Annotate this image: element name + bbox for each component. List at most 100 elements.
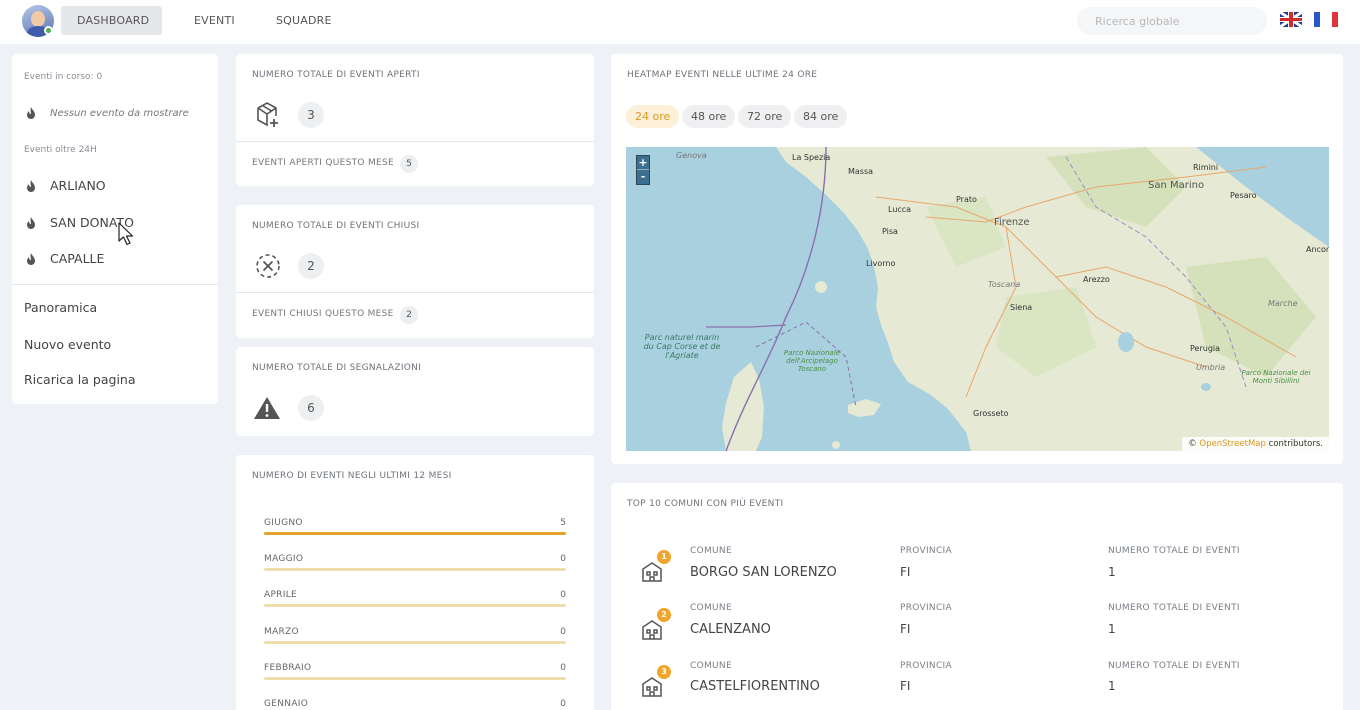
open-events-count: 3 xyxy=(298,102,324,128)
col-header-totale: NUMERO TOTALE DI EVENTI xyxy=(1108,603,1240,613)
heatmap-map[interactable]: + - Genova La Spezia Massa Lucca Prato F… xyxy=(626,147,1329,451)
box-add-icon xyxy=(257,102,278,127)
totale-value: 1 xyxy=(1108,679,1116,693)
card-divider xyxy=(236,292,594,293)
provincia-value: FI xyxy=(900,565,911,579)
monthly-events-card: NUMERO DI EVENTI NEGLI ULTIMI 12 MESI GI… xyxy=(236,455,594,710)
month-value: 5 xyxy=(560,518,566,528)
pill-48-ore[interactable]: 48 ore xyxy=(682,105,736,128)
comune-value: BORGO SAN LORENZO xyxy=(690,565,837,580)
month-value: 0 xyxy=(560,663,566,673)
month-bar xyxy=(264,677,566,680)
ongoing-events-label: Eventi in corso: 0 xyxy=(24,72,103,82)
nav-dashboard[interactable]: DASHBOARD xyxy=(61,6,162,35)
map-label: Grosseto xyxy=(973,409,1009,418)
col-header-provincia: PROVINCIA xyxy=(900,661,952,671)
top-bar: DASHBOARD EVENTI SQUADRE xyxy=(0,0,1360,44)
top10-card: TOP 10 COMUNI CON PIÙ EVENTI 1 COMUNE BO… xyxy=(611,483,1343,710)
osm-link[interactable]: OpenStreetMap xyxy=(1199,439,1265,449)
link-nuovo-evento[interactable]: Nuovo evento xyxy=(24,337,111,352)
global-search-input[interactable] xyxy=(1077,7,1267,35)
comune-value: CASTELFIORENTINO xyxy=(690,679,820,694)
fr-flag-icon[interactable] xyxy=(1314,12,1338,27)
totale-value: 1 xyxy=(1108,565,1116,579)
month-label: FEBBRAIO xyxy=(264,663,312,673)
top10-title: TOP 10 COMUNI CON PIÙ EVENTI xyxy=(627,499,784,509)
month-bar xyxy=(264,532,566,535)
rank-badge: 3 xyxy=(657,665,671,679)
month-label: MARZO xyxy=(264,627,299,637)
rank-badge: 1 xyxy=(657,550,671,564)
month-value: 0 xyxy=(560,699,566,709)
map-label: San Marino xyxy=(1148,180,1205,191)
closed-month-label: EVENTI CHIUSI QUESTO MESE xyxy=(252,309,394,319)
heatmap-title: HEATMAP EVENTI NELLE ULTIME 24 ORE xyxy=(627,70,818,80)
map-label: Pisa xyxy=(882,227,898,236)
col-header-provincia: PROVINCIA xyxy=(900,603,952,613)
zoom-control: + - xyxy=(636,155,650,185)
pill-72-ore[interactable]: 72 ore xyxy=(738,105,792,128)
uk-flag-icon[interactable] xyxy=(1280,12,1302,27)
nav-eventi[interactable]: EVENTI xyxy=(178,6,251,35)
month-bar xyxy=(264,568,566,571)
pill-84-ore[interactable]: 84 ore xyxy=(794,105,848,128)
event-item-label: ARLIANO xyxy=(50,178,106,193)
month-bar xyxy=(264,641,566,644)
rank-badge: 2 xyxy=(657,608,671,622)
col-header-comune: COMUNE xyxy=(690,603,732,613)
map-label: Firenze xyxy=(994,217,1030,228)
map-label: Parco Nazionale dei Monti Sibillini xyxy=(1241,369,1311,385)
month-label: GENNAIO xyxy=(264,699,309,709)
map-tiles xyxy=(706,147,1329,451)
closed-events-count: 2 xyxy=(298,253,324,279)
map-label: Rimini xyxy=(1193,163,1219,172)
map-label: Marche xyxy=(1268,299,1298,308)
reports-count: 6 xyxy=(298,395,324,421)
provincia-value: FI xyxy=(900,679,911,693)
map-label: La Spezia xyxy=(792,153,831,162)
open-month-count: 5 xyxy=(400,155,418,173)
comune-value: CALENZANO xyxy=(690,622,771,637)
mouse-cursor-icon xyxy=(118,222,134,246)
col-header-totale: NUMERO TOTALE DI EVENTI xyxy=(1108,661,1240,671)
map-label: Toscana xyxy=(988,280,1021,289)
col-header-provincia: PROVINCIA xyxy=(900,546,952,556)
map-label: Genova xyxy=(676,151,707,160)
provincia-value: FI xyxy=(900,622,911,636)
month-label: MAGGIO xyxy=(264,554,304,564)
map-label: Ancon xyxy=(1306,245,1329,254)
map-label: Massa xyxy=(848,167,874,176)
map-label: Parco Nazionale dell'Arcipelago Toscano xyxy=(783,349,841,373)
over24-events-label: Eventi oltre 24H xyxy=(24,145,97,155)
link-ricarica-pagina[interactable]: Ricarica la pagina xyxy=(24,372,136,387)
month-value: 0 xyxy=(560,627,566,637)
card-divider xyxy=(236,141,594,142)
event-item-arliano[interactable]: ARLIANO xyxy=(24,178,106,193)
fire-icon xyxy=(27,216,35,229)
month-bar xyxy=(264,604,566,607)
pill-24-ore[interactable]: 24 ore xyxy=(626,105,680,128)
circle-x-icon xyxy=(256,254,280,278)
col-header-totale: NUMERO TOTALE DI EVENTI xyxy=(1108,546,1240,556)
heatmap-card: HEATMAP EVENTI NELLE ULTIME 24 ORE 24 or… xyxy=(611,54,1343,464)
map-label: Lucca xyxy=(888,205,912,214)
reports-card: NUMERO TOTALE DI SEGNALAZIONI 6 xyxy=(236,347,594,436)
map-attribution: © OpenStreetMap contributors. xyxy=(1182,437,1329,451)
map-label: Pesaro xyxy=(1230,191,1257,200)
fire-icon xyxy=(27,179,35,192)
closed-month-count: 2 xyxy=(400,306,418,324)
event-item-label: CAPALLE xyxy=(50,251,105,266)
col-header-comune: COMUNE xyxy=(690,661,732,671)
event-item-capalle[interactable]: CAPALLE xyxy=(24,251,104,266)
attribution-prefix: © xyxy=(1188,439,1197,449)
zoom-in-button[interactable]: + xyxy=(637,156,649,170)
map-label: Siena xyxy=(1010,303,1033,312)
totale-value: 1 xyxy=(1108,622,1116,636)
ongoing-empty-text: Nessun evento da mostrare xyxy=(50,107,189,119)
month-value: 0 xyxy=(560,554,566,564)
sidebar-divider xyxy=(12,284,218,285)
zoom-out-button[interactable]: - xyxy=(637,170,649,184)
map-label: Arezzo xyxy=(1083,275,1110,284)
link-panoramica[interactable]: Panoramica xyxy=(24,300,97,315)
nav-squadre[interactable]: SQUADRE xyxy=(260,6,348,35)
